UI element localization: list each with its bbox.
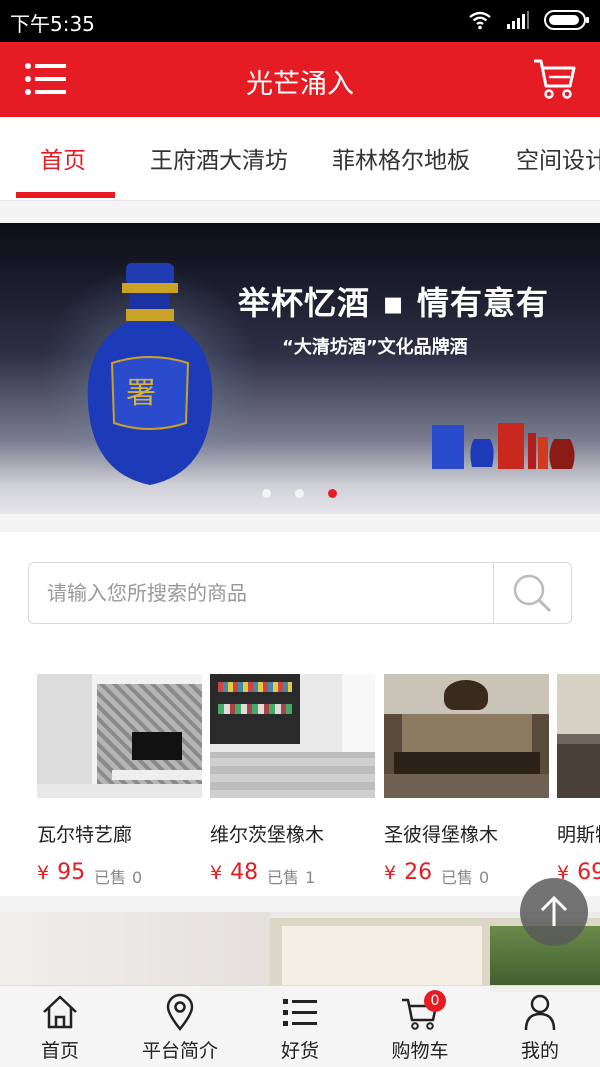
product-card[interactable]: 瓦尔特艺廊 ¥95 已售 0 bbox=[37, 674, 202, 887]
product-image bbox=[210, 674, 375, 798]
product-price: ¥26 bbox=[384, 860, 433, 885]
nav-home[interactable]: 首页 bbox=[0, 986, 120, 1067]
tab-wangfu-wine[interactable]: 王府酒大清坊 bbox=[150, 141, 288, 175]
home-icon bbox=[43, 995, 77, 1029]
nav-mine-label: 我的 bbox=[520, 1040, 559, 1062]
nav-platform-intro-label: 平台简介 bbox=[141, 1040, 218, 1062]
nav-good-goods-label: 好货 bbox=[280, 1040, 319, 1062]
search-input[interactable] bbox=[47, 577, 487, 609]
section-divider bbox=[0, 514, 600, 532]
banner-subline: “大清坊酒”文化品牌酒 bbox=[282, 337, 468, 358]
product-price: ¥48 bbox=[210, 860, 259, 885]
product-price: ¥95 bbox=[37, 860, 86, 885]
status-bar: 下午5:35 bbox=[0, 0, 600, 42]
product-sold-count: 已售 1 bbox=[267, 868, 316, 887]
location-pin-icon bbox=[166, 993, 194, 1032]
section-divider bbox=[0, 201, 600, 223]
nav-home-label: 首页 bbox=[40, 1040, 79, 1062]
back-to-top-button[interactable] bbox=[520, 878, 588, 946]
nav-good-goods[interactable]: 好货 bbox=[240, 986, 360, 1067]
status-time: 下午5:35 bbox=[10, 12, 95, 36]
product-name: 明斯特 bbox=[557, 824, 600, 846]
status-icons bbox=[468, 8, 590, 32]
active-tab-indicator bbox=[16, 192, 115, 198]
tab-space-design[interactable]: 空间设计 bbox=[516, 141, 600, 175]
tab-home[interactable]: 首页 bbox=[40, 141, 86, 175]
bottom-nav: 首页 平台简介 好货 购物车 我的 bbox=[0, 985, 600, 1067]
arrow-up-icon bbox=[540, 895, 568, 926]
svg-text:署: 署 bbox=[126, 376, 156, 411]
list-icon bbox=[283, 999, 317, 1026]
secondary-banner-image[interactable] bbox=[0, 912, 600, 992]
carousel-dot-active[interactable] bbox=[328, 489, 337, 498]
product-name: 瓦尔特艺廊 bbox=[37, 824, 133, 846]
product-name: 圣彼得堡橡木 bbox=[384, 824, 499, 846]
header-cart-button[interactable] bbox=[532, 56, 576, 100]
wine-bottle-image: 署 bbox=[87, 263, 213, 485]
cart-count-badge: 0 bbox=[424, 990, 446, 1012]
promo-banner[interactable]: 署 举杯忆酒 ▪ 情有意有 “大清坊酒”文化品牌酒 bbox=[0, 223, 600, 514]
search-button[interactable] bbox=[493, 563, 571, 623]
product-name: 维尔茨堡橡木 bbox=[210, 824, 325, 846]
tab-flooring[interactable]: 菲林格尔地板 bbox=[332, 141, 470, 175]
product-card[interactable]: 圣彼得堡橡木 ¥26 已售 0 bbox=[384, 674, 549, 887]
product-card[interactable]: 明斯特 ¥69 已售 bbox=[557, 674, 600, 885]
page-title: 光芒涌入 bbox=[246, 69, 354, 100]
product-image bbox=[557, 674, 600, 798]
product-list: 瓦尔特艺廊 ¥95 已售 0 维尔茨堡橡木 ¥48 已售 1 圣彼得堡橡木 ¥26 … bbox=[0, 674, 600, 894]
nav-cart[interactable]: 购物车 bbox=[360, 986, 480, 1067]
product-image bbox=[37, 674, 202, 798]
product-image bbox=[384, 674, 549, 798]
product-card[interactable]: 维尔茨堡橡木 ¥48 已售 1 bbox=[210, 674, 375, 887]
carousel-dot[interactable] bbox=[295, 489, 304, 498]
category-tabs: 首页 王府酒大清坊 菲林格尔地板 空间设计 bbox=[0, 117, 600, 201]
section-divider bbox=[0, 896, 600, 912]
user-icon bbox=[524, 994, 556, 1031]
battery-icon bbox=[544, 10, 589, 30]
signal-icon bbox=[507, 11, 529, 29]
nav-cart-label: 购物车 bbox=[391, 1040, 449, 1062]
app-header: 光芒涌入 bbox=[0, 42, 600, 117]
wifi-icon bbox=[469, 11, 491, 30]
cart-icon bbox=[534, 59, 576, 99]
search-bar bbox=[28, 562, 572, 624]
carousel-dots bbox=[262, 489, 337, 498]
carousel-dot[interactable] bbox=[262, 489, 271, 498]
nav-platform-intro[interactable]: 平台简介 bbox=[120, 986, 240, 1067]
product-sold-count: 已售 0 bbox=[441, 868, 490, 887]
nav-mine[interactable]: 我的 bbox=[480, 986, 600, 1067]
product-sold-count: 已售 0 bbox=[94, 868, 143, 887]
product-lineup-image bbox=[432, 423, 575, 469]
search-icon bbox=[513, 574, 552, 613]
banner-headline: 举杯忆酒 ▪ 情有意有 bbox=[238, 284, 549, 322]
